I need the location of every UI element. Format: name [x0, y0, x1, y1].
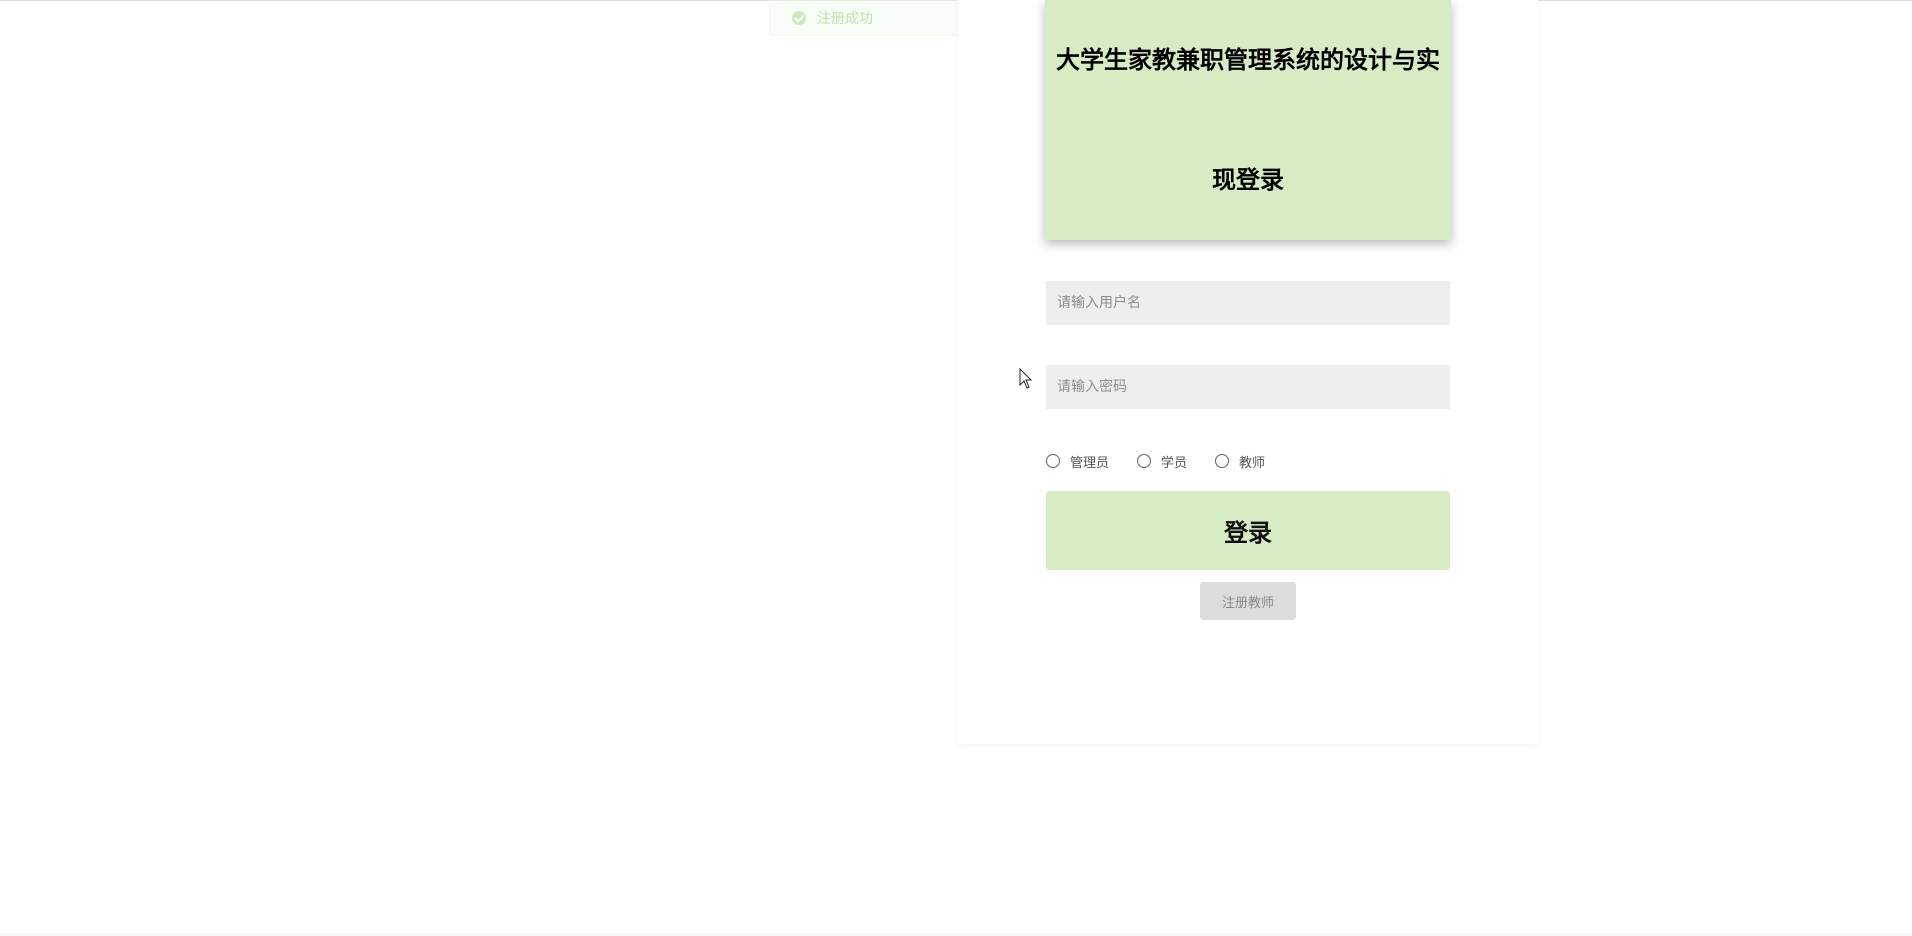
role-option-admin[interactable]: 管理员 [1046, 452, 1109, 471]
role-option-teacher[interactable]: 教师 [1215, 452, 1265, 471]
login-header: 大学生家教兼职管理系统的设计与实现登录 [1045, 0, 1451, 240]
radio-circle-icon[interactable] [1215, 454, 1230, 468]
role-label-teacher: 教师 [1239, 455, 1266, 471]
login-button[interactable]: 登录 [1046, 491, 1450, 570]
toast-message: 注册成功 [817, 10, 873, 27]
password-input[interactable] [1046, 365, 1450, 409]
role-label-student: 学员 [1161, 455, 1188, 471]
register-teacher-button[interactable]: 注册教师 [1200, 582, 1296, 620]
page-title: 大学生家教兼职管理系统的设计与实现登录 [1056, 46, 1440, 194]
username-input[interactable] [1046, 281, 1450, 325]
radio-circle-icon[interactable] [1137, 454, 1152, 468]
role-radio-group: 管理员 学员 教师 [1046, 451, 1265, 471]
mouse-pointer-icon [1019, 368, 1033, 389]
check-circle-icon [792, 10, 806, 25]
radio-circle-icon[interactable] [1046, 454, 1060, 468]
role-label-admin: 管理员 [1070, 455, 1110, 471]
role-option-student[interactable]: 学员 [1137, 452, 1187, 471]
